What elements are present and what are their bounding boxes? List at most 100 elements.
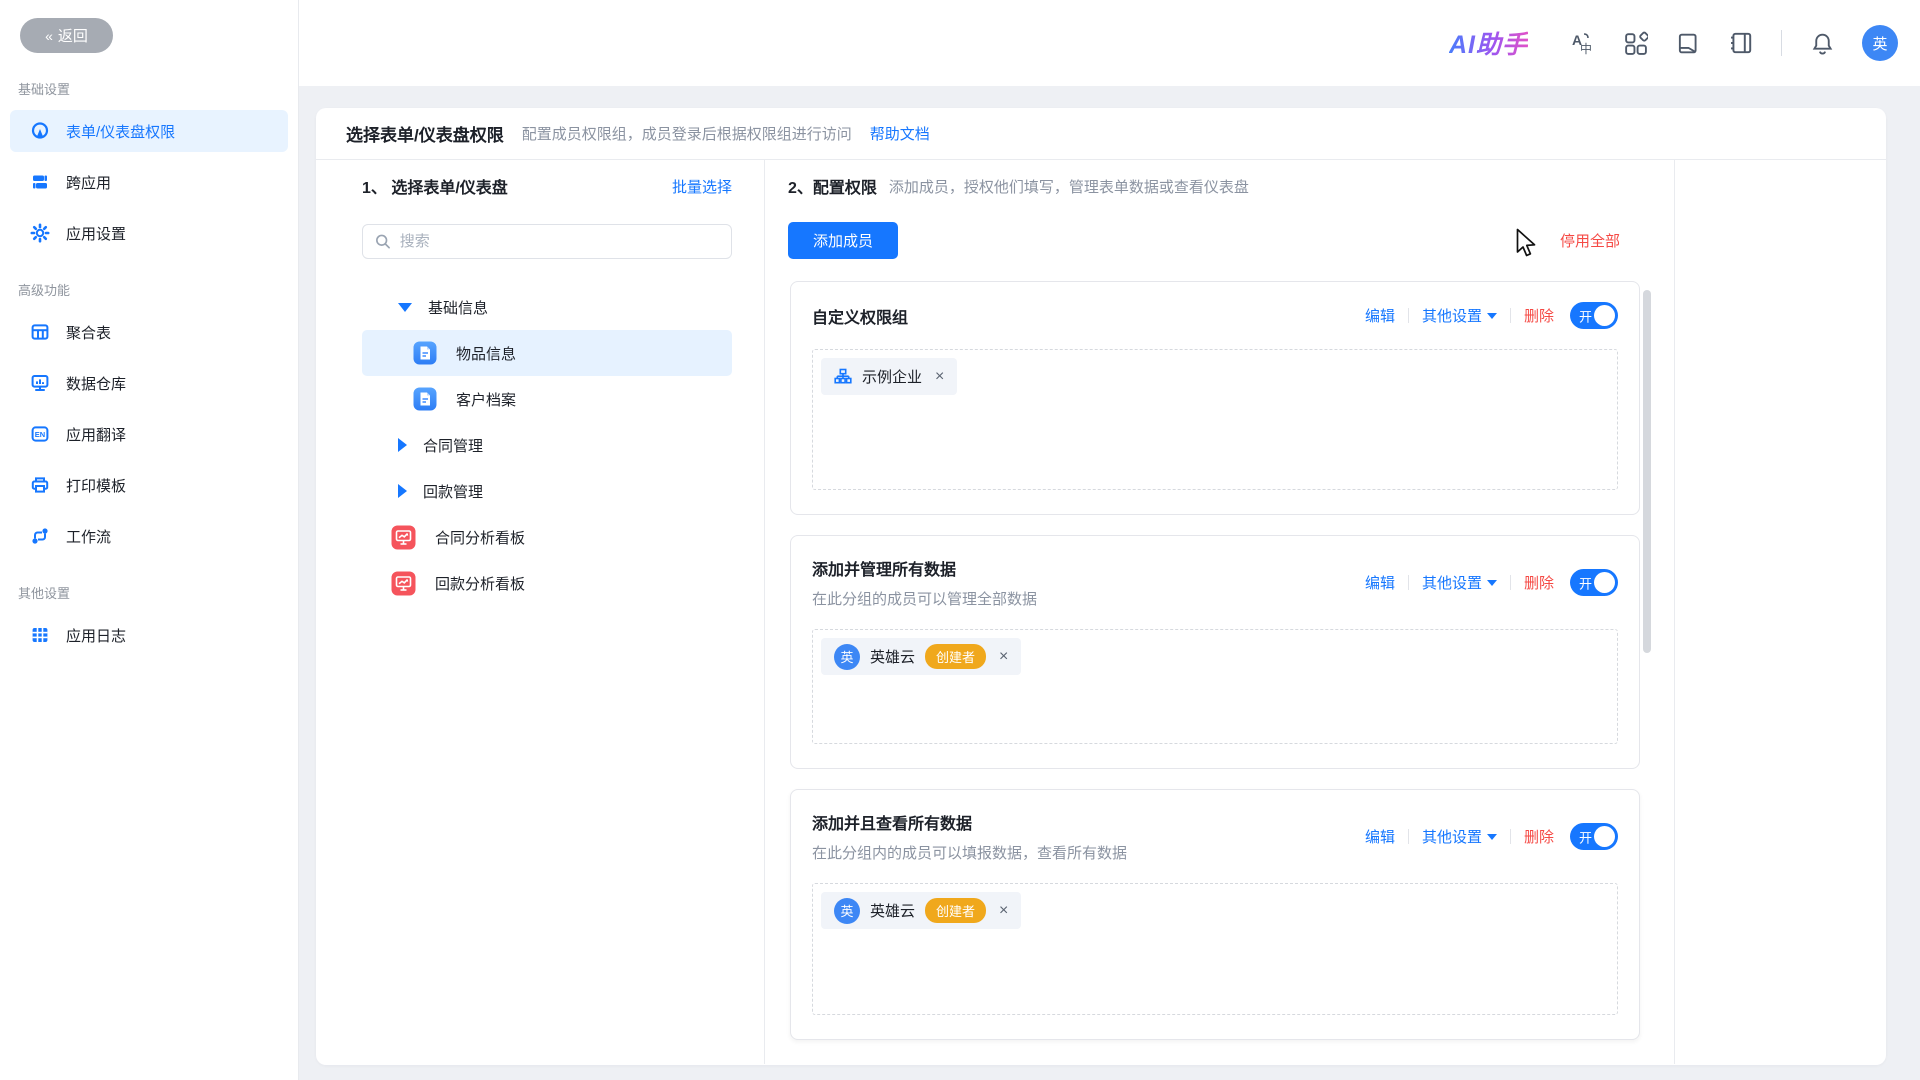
enabled-toggle[interactable]: 开 [1570, 823, 1618, 850]
sidebar-item-cross-app[interactable]: 跨应用 [10, 161, 288, 203]
permission-card: 选择表单/仪表盘权限 配置成员权限组，成员登录后根据权限组进行访问 帮助文档 1… [316, 108, 1886, 1065]
config-heading: 2、配置权限 [788, 174, 877, 198]
group-title: 添加并且查看所有数据 [812, 810, 1127, 834]
tree-folder-contract-mgmt[interactable]: 合同管理 [362, 422, 732, 468]
delete-link[interactable]: 删除 [1524, 572, 1554, 593]
search-input[interactable] [400, 233, 719, 250]
card-header: 选择表单/仪表盘权限 配置成员权限组，成员登录后根据权限组进行访问 帮助文档 [316, 108, 1886, 160]
enabled-toggle[interactable]: 开 [1570, 302, 1618, 329]
sidebar-item-label: 应用日志 [66, 625, 126, 646]
tree-dashboard-payment-analysis[interactable]: 回款分析看板 [362, 560, 732, 606]
search-box[interactable] [362, 224, 732, 259]
add-member-button[interactable]: 添加成员 [788, 222, 898, 259]
sidebar-item-label: 打印模板 [66, 475, 126, 496]
tree-folder-payment-mgmt[interactable]: 回款管理 [362, 468, 732, 514]
ai-assistant-logo[interactable]: AI助手 [1449, 25, 1528, 61]
disable-all-link[interactable]: 停用全部 [1560, 230, 1620, 251]
remove-member-icon[interactable]: × [999, 903, 1008, 919]
back-button[interactable]: « 返回 [20, 18, 113, 53]
caret-down-icon[interactable] [398, 303, 412, 312]
toggle-on-label: 开 [1579, 306, 1592, 325]
tree-form-item-info[interactable]: 物品信息 [362, 330, 732, 376]
more-settings-link[interactable]: 其他设置 [1422, 826, 1497, 847]
caret-right-icon[interactable] [398, 484, 407, 498]
remove-member-icon[interactable]: × [935, 369, 944, 385]
translate-en-icon: EN [30, 424, 50, 444]
config-panel: 2、配置权限 添加成员，授权他们填写，管理表单数据或查看仪表盘 添加成员 停用全… [765, 160, 1675, 1064]
toggle-on-label: 开 [1579, 827, 1592, 846]
member-name: 英雄云 [870, 646, 915, 667]
more-settings-label: 其他设置 [1422, 305, 1482, 326]
tree-dashboard-contract-analysis[interactable]: 合同分析看板 [362, 514, 732, 560]
mouse-cursor [1516, 228, 1538, 258]
remove-member-icon[interactable]: × [999, 649, 1008, 665]
group-title: 自定义权限组 [812, 304, 908, 328]
edit-link[interactable]: 编辑 [1365, 305, 1395, 326]
apps-icon[interactable] [1622, 30, 1648, 56]
sidebar-item-label: 表单/仪表盘权限 [66, 121, 175, 142]
sidebar-item-workflow[interactable]: 工作流 [10, 515, 288, 557]
group-description: 在此分组的成员可以管理全部数据 [812, 588, 1037, 609]
edit-link[interactable]: 编辑 [1365, 572, 1395, 593]
more-settings-link[interactable]: 其他设置 [1422, 305, 1497, 326]
member-avatar: 英 [834, 644, 860, 670]
user-member-chip: 英 英雄云 创建者 × [821, 892, 1021, 929]
group-members-area[interactable]: 英 英雄云 创建者 × [812, 883, 1618, 1015]
book-icon[interactable] [1675, 30, 1701, 56]
sidebar-item-app-translate[interactable]: EN 应用翻译 [10, 413, 288, 455]
tree-label: 物品信息 [456, 343, 516, 364]
enabled-toggle[interactable]: 开 [1570, 569, 1618, 596]
tree-label: 回款分析看板 [435, 573, 525, 594]
action-separator [1408, 829, 1409, 844]
sidebar-item-form-dashboard-permission[interactable]: 表单/仪表盘权限 [10, 110, 288, 152]
form-permission-icon [30, 121, 50, 141]
chevron-down-icon [1487, 580, 1497, 586]
tree-folder-basic-info[interactable]: 基础信息 [362, 284, 732, 330]
caret-right-icon[interactable] [398, 438, 407, 452]
group-members-area[interactable]: 示例企业 × [812, 349, 1618, 490]
delete-link[interactable]: 删除 [1524, 826, 1554, 847]
action-separator [1408, 308, 1409, 323]
more-settings-link[interactable]: 其他设置 [1422, 572, 1497, 593]
sidebar-item-aggregate-table[interactable]: 聚合表 [10, 311, 288, 353]
bell-icon[interactable] [1809, 30, 1835, 56]
group-members-area[interactable]: 英 英雄云 创建者 × [812, 629, 1618, 744]
form-doc-icon [413, 341, 437, 365]
sidebar-item-app-log[interactable]: 应用日志 [10, 614, 288, 656]
workflow-icon [30, 526, 50, 546]
sidebar-item-print-template[interactable]: 打印模板 [10, 464, 288, 506]
svg-text:中: 中 [1580, 41, 1592, 56]
chevron-down-icon [1487, 834, 1497, 840]
batch-select-link[interactable]: 批量选择 [672, 176, 732, 197]
toggle-knob [1594, 826, 1615, 847]
form-doc-icon [413, 387, 437, 411]
dashboard-icon [391, 571, 416, 596]
user-member-chip: 英 英雄云 创建者 × [821, 638, 1021, 675]
more-settings-label: 其他设置 [1422, 826, 1482, 847]
group-description: 在此分组内的成员可以填报数据，查看所有数据 [812, 842, 1127, 863]
user-avatar[interactable]: 英 [1862, 25, 1898, 61]
right-spacer [1675, 160, 1886, 1064]
notebook-icon[interactable] [1728, 30, 1754, 56]
page-title: 选择表单/仪表盘权限 [346, 121, 504, 146]
permission-group-card: 添加并且查看所有数据 在此分组内的成员可以填报数据，查看所有数据 编辑 其他设置 [790, 789, 1640, 1040]
scrollbar-thumb[interactable] [1643, 290, 1651, 653]
creator-badge: 创建者 [925, 898, 986, 923]
sidebar-item-data-warehouse[interactable]: 数据仓库 [10, 362, 288, 404]
sidebar-item-app-settings[interactable]: 应用设置 [10, 212, 288, 254]
permission-group-card: 添加并管理所有数据 在此分组的成员可以管理全部数据 编辑 其他设置 [790, 535, 1640, 769]
help-doc-link[interactable]: 帮助文档 [870, 123, 930, 144]
delete-link[interactable]: 删除 [1524, 305, 1554, 326]
toggle-on-label: 开 [1579, 573, 1592, 592]
data-warehouse-icon [30, 373, 50, 393]
sidebar-item-label: 应用设置 [66, 223, 126, 244]
main-content: 选择表单/仪表盘权限 配置成员权限组，成员登录后根据权限组进行访问 帮助文档 1… [299, 86, 1920, 1080]
tree-form-customer-file[interactable]: 客户档案 [362, 376, 732, 422]
selector-panel: 1、 选择表单/仪表盘 批量选择 基础信息 [316, 160, 765, 1064]
toggle-knob [1594, 572, 1615, 593]
dashboard-icon [391, 525, 416, 550]
edit-link[interactable]: 编辑 [1365, 826, 1395, 847]
config-description: 添加成员，授权他们填写，管理表单数据或查看仪表盘 [889, 176, 1249, 197]
translate-icon[interactable]: A 中 [1569, 30, 1595, 56]
gear-icon [30, 223, 50, 243]
